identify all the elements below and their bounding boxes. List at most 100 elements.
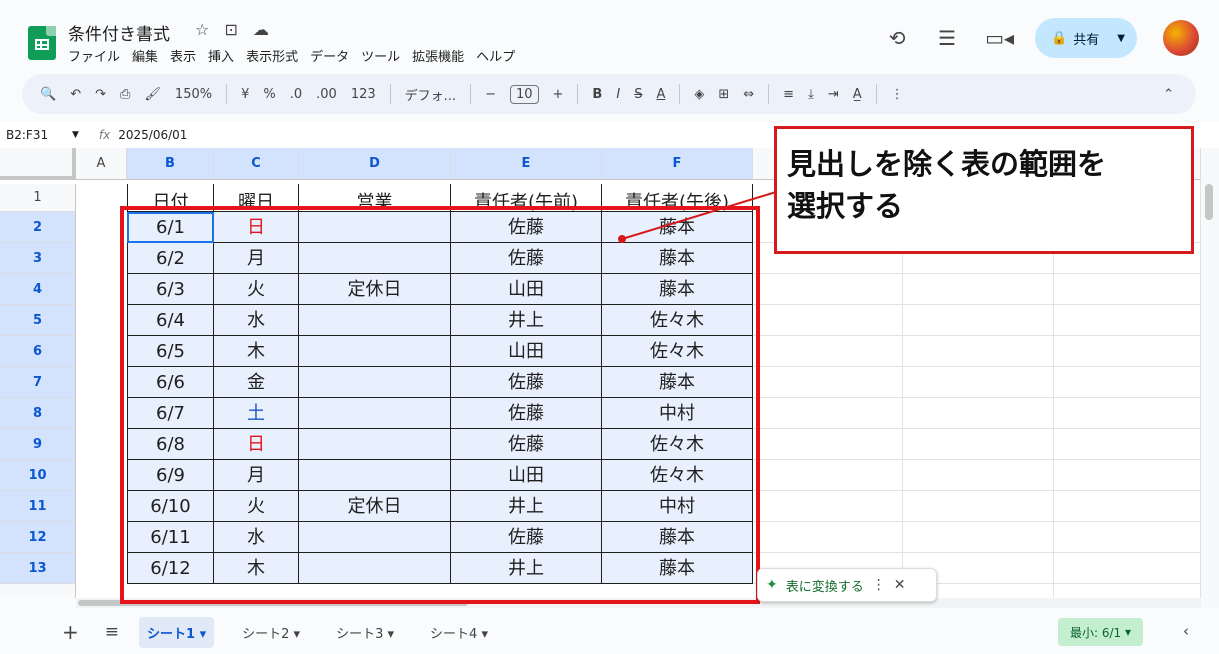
cell-f[interactable]: 佐々木 (602, 305, 753, 336)
avatar[interactable] (1163, 20, 1199, 56)
cell-e[interactable]: 佐藤 (451, 429, 602, 460)
cell-d[interactable]: 定休日 (299, 274, 451, 305)
decrease-decimal-button[interactable]: .0 (290, 87, 302, 102)
menu-extensions[interactable]: 拡張機能 (412, 46, 464, 65)
header-cell[interactable]: 責任者(午後) (602, 184, 753, 213)
close-icon[interactable]: ✕ (894, 577, 906, 593)
cell-e[interactable]: 佐藤 (451, 398, 602, 429)
more-formats-button[interactable]: 123 (351, 87, 376, 102)
cell-d[interactable] (299, 305, 451, 336)
cell-e[interactable]: 井上 (451, 491, 602, 522)
cell-c[interactable]: 日 (214, 429, 299, 460)
cell-e[interactable]: 井上 (451, 305, 602, 336)
cell-b[interactable]: 6/1 (127, 212, 214, 243)
chevron-down-icon[interactable]: ▼ (1117, 33, 1125, 44)
font-size-decrease-icon[interactable]: − (485, 87, 496, 102)
row-header[interactable]: 1 (0, 184, 76, 212)
italic-button[interactable]: I (616, 87, 620, 102)
cell-c[interactable]: 木 (214, 336, 299, 367)
sheet-tab-3[interactable]: シート3 ▾ (328, 617, 402, 648)
search-icon[interactable]: 🔍 (40, 87, 56, 102)
cell-e[interactable]: 佐藤 (451, 522, 602, 553)
cell-e[interactable]: 山田 (451, 460, 602, 491)
cell-c[interactable]: 金 (214, 367, 299, 398)
text-wrap-icon[interactable]: ⇥ (828, 87, 839, 102)
header-cell[interactable]: 日付 (127, 184, 214, 213)
collapse-toolbar-icon[interactable]: ⌃ (1163, 87, 1174, 102)
row-header[interactable]: 4 (0, 274, 76, 305)
star-icon[interactable]: ☆ (195, 20, 209, 39)
menu-tools[interactable]: ツール (361, 46, 400, 65)
history-icon[interactable]: ⟲ (885, 26, 909, 50)
row-header[interactable]: 12 (0, 522, 76, 553)
convert-to-table-label[interactable]: 表に変換する (786, 576, 864, 595)
cell-e[interactable]: 井上 (451, 553, 602, 584)
share-button[interactable]: 🔒 共有 ▼ (1035, 18, 1137, 58)
document-title[interactable]: 条件付き書式 (68, 20, 170, 45)
sheet-tab-1[interactable]: シート1 ▾ (139, 616, 215, 648)
cloud-status-icon[interactable]: ☁ (253, 20, 269, 39)
column-header[interactable]: D (299, 148, 451, 180)
cell-b[interactable]: 6/11 (127, 522, 214, 553)
column-header[interactable]: C (214, 148, 299, 180)
column-header[interactable]: A (76, 148, 127, 180)
cell-f[interactable]: 佐々木 (602, 429, 753, 460)
all-sheets-icon[interactable]: ≡ (105, 622, 119, 642)
row-header[interactable]: 8 (0, 398, 76, 429)
menu-format[interactable]: 表示形式 (246, 46, 298, 65)
sheets-logo-icon[interactable] (28, 26, 56, 60)
cell-b[interactable]: 6/3 (127, 274, 214, 305)
cell-d[interactable]: 定休日 (299, 491, 451, 522)
cell-d[interactable] (299, 212, 451, 243)
sheet-tab-2[interactable]: シート2 ▾ (234, 617, 308, 648)
header-cell[interactable]: 営業 (299, 184, 451, 213)
menu-insert[interactable]: 挿入 (208, 46, 234, 65)
cell-c[interactable]: 水 (214, 305, 299, 336)
cell-f[interactable]: 佐々木 (602, 336, 753, 367)
cell-c[interactable]: 木 (214, 553, 299, 584)
cell-e[interactable]: 山田 (451, 274, 602, 305)
vertical-scrollbar[interactable] (1201, 148, 1219, 608)
cell-e[interactable]: 佐藤 (451, 243, 602, 274)
cell-f[interactable]: 藤本 (602, 522, 753, 553)
cell-f[interactable]: 佐々木 (602, 460, 753, 491)
increase-decimal-button[interactable]: .00 (316, 87, 337, 102)
more-options-icon[interactable]: ⋮ (891, 87, 904, 102)
row-header[interactable]: 13 (0, 553, 76, 584)
name-box[interactable]: B2:F31 (0, 128, 72, 142)
column-header[interactable]: F (602, 148, 753, 180)
header-cell[interactable]: 責任者(午前) (451, 184, 602, 213)
cell-d[interactable] (299, 336, 451, 367)
cell-b[interactable]: 6/4 (127, 305, 214, 336)
font-size-input[interactable]: 10 (509, 84, 539, 104)
row-header[interactable]: 2 (0, 212, 76, 243)
name-box-dropdown-icon[interactable]: ▼ (72, 130, 79, 140)
horizontal-scrollbar[interactable] (76, 598, 1201, 608)
cell-b[interactable]: 6/9 (127, 460, 214, 491)
side-panel-toggle-icon[interactable]: ‹ (1183, 622, 1189, 640)
cell-b[interactable]: 6/6 (127, 367, 214, 398)
sheet-tab-4[interactable]: シート4 ▾ (422, 617, 496, 648)
cell-f[interactable]: 藤本 (602, 274, 753, 305)
cell-f[interactable]: 藤本 (602, 553, 753, 584)
cell-b[interactable]: 6/8 (127, 429, 214, 460)
cell-d[interactable] (299, 553, 451, 584)
row-header[interactable]: 10 (0, 460, 76, 491)
comments-icon[interactable]: ☰ (935, 26, 959, 50)
cell-c[interactable]: 月 (214, 460, 299, 491)
merge-cells-icon[interactable]: ⇔ (743, 87, 754, 102)
select-all-corner[interactable] (0, 148, 76, 180)
cell-e[interactable]: 佐藤 (451, 367, 602, 398)
cell-c[interactable]: 火 (214, 491, 299, 522)
vertical-align-icon[interactable]: ⤓ (808, 87, 814, 102)
redo-icon[interactable]: ↷ (95, 87, 106, 102)
cell-f[interactable]: 藤本 (602, 243, 753, 274)
selection-summary[interactable]: 最小: 6/1 ▾ (1057, 618, 1143, 646)
cell-f[interactable]: 中村 (602, 491, 753, 522)
formula-input[interactable]: 2025/06/01 (118, 128, 187, 142)
menu-view[interactable]: 表示 (170, 46, 196, 65)
cell-d[interactable] (299, 522, 451, 553)
cell-e[interactable]: 佐藤 (451, 212, 602, 243)
cell-d[interactable] (299, 460, 451, 491)
cell-b[interactable]: 6/2 (127, 243, 214, 274)
